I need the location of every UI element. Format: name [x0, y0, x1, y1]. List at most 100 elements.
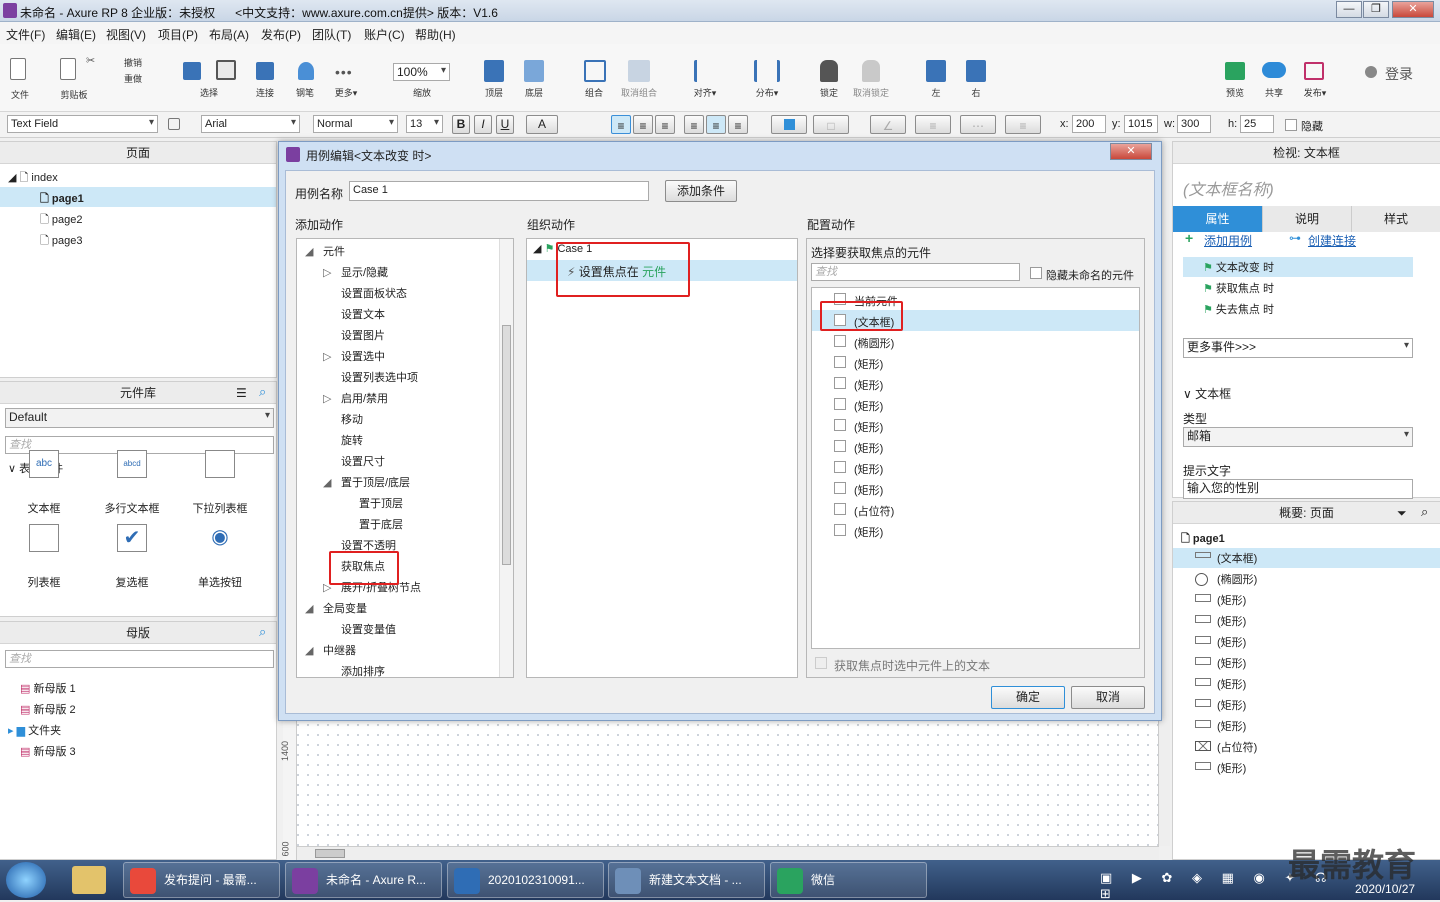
ungroup-icon[interactable] — [628, 60, 650, 82]
create-link[interactable]: 创建连接 — [1308, 232, 1356, 249]
element-checkbox[interactable] — [834, 482, 846, 494]
menu-item[interactable]: 帮助(H) — [415, 26, 456, 43]
publish-icon[interactable] — [1304, 62, 1324, 80]
element-checkbox[interactable] — [834, 461, 846, 473]
undo-button[interactable]: 撤销 — [118, 56, 148, 69]
line-color-button[interactable]: ∠ — [870, 115, 906, 134]
group-icon[interactable] — [584, 60, 606, 82]
select-icon[interactable] — [183, 62, 201, 80]
add-condition-button[interactable]: 添加条件 — [665, 180, 737, 202]
dialog-close-button[interactable]: ✕ — [1110, 143, 1152, 160]
case-name-input[interactable]: Case 1 — [349, 181, 649, 201]
unlock-icon[interactable] — [862, 60, 880, 82]
bold-button[interactable]: B — [452, 115, 470, 134]
w-input[interactable]: 300 — [1177, 115, 1211, 133]
element-checkbox[interactable] — [834, 419, 846, 431]
masters-search-icon[interactable]: ⌕ — [259, 624, 266, 640]
outline-search-icon[interactable]: ⌕ — [1421, 504, 1428, 520]
dropdown-widget-icon[interactable] — [205, 450, 235, 478]
inspector-tab[interactable]: 样式 — [1351, 206, 1440, 232]
action-tree-item[interactable]: 设置文本 — [323, 306, 385, 322]
cut-icon[interactable]: ✂ — [86, 54, 96, 67]
taskbar-item[interactable]: 发布提问 - 最需... — [123, 862, 280, 898]
valign-top-button[interactable]: ≡ — [684, 115, 704, 134]
pen-icon[interactable] — [298, 62, 314, 80]
menu-item[interactable]: 文件(F) — [6, 26, 45, 43]
underline-button[interactable]: U — [496, 115, 514, 134]
listbox-widget-icon[interactable] — [29, 524, 59, 552]
canvas-hscrollbar[interactable] — [297, 846, 1159, 860]
outline-item[interactable]: (文本框) — [1217, 550, 1257, 566]
textbox-section[interactable]: ∨ 文本框 — [1183, 385, 1231, 402]
page-item[interactable]: 🗋 page1 — [40, 190, 84, 209]
library-menu-icon[interactable]: ☰ — [236, 386, 247, 400]
left-panel-icon[interactable] — [926, 60, 946, 82]
checkbox-widget-icon[interactable]: ✔ — [117, 524, 147, 552]
ok-button[interactable]: 确定 — [991, 686, 1065, 709]
more-icon[interactable]: ••• — [335, 64, 357, 80]
page-item[interactable]: 🗋 page2 — [40, 211, 83, 230]
action-tree-item[interactable]: 添加排序 — [323, 663, 385, 677]
hscroll-thumb[interactable] — [315, 849, 345, 858]
hide-unnamed-checkbox[interactable] — [1030, 267, 1042, 279]
align-left-button[interactable]: ≡ — [611, 115, 631, 134]
action-tree-item[interactable]: 设置列表选中项 — [323, 369, 418, 385]
widget-name-input[interactable]: (文本框名称) — [1183, 176, 1274, 200]
library-search-icon[interactable]: ⌕ — [259, 384, 266, 400]
page-root-index[interactable]: ◢ 🗋 index — [8, 169, 58, 188]
action-tree-item[interactable]: ▷ 显示/隐藏 — [323, 264, 388, 280]
type-select[interactable]: 邮箱 — [1183, 427, 1413, 447]
line-width-button[interactable]: ≡ — [915, 115, 951, 134]
align-center-button[interactable]: ≡ — [633, 115, 653, 134]
outline-item[interactable]: (矩形) — [1217, 718, 1246, 734]
menu-item[interactable]: 项目(P) — [158, 26, 198, 43]
distribute-label[interactable]: 分布▾ — [750, 86, 784, 99]
font-size-select[interactable]: 13 — [406, 115, 443, 133]
action-tree-item[interactable]: 设置变量值 — [323, 621, 396, 637]
element-checkbox[interactable] — [834, 335, 846, 347]
align-right-button[interactable]: ≡ — [655, 115, 675, 134]
event-item[interactable]: ⚑ 失去焦点 时 — [1203, 301, 1274, 317]
close-window-button[interactable]: ✕ — [1392, 1, 1434, 18]
minimize-button[interactable]: — — [1336, 1, 1362, 18]
italic-button[interactable]: I — [474, 115, 492, 134]
action-tree-item[interactable]: ▷ 设置选中 — [323, 348, 385, 364]
more-events-select[interactable]: 更多事件>>> — [1183, 338, 1413, 358]
action-tree-item[interactable]: ▷ 启用/禁用 — [323, 390, 388, 406]
explorer-icon[interactable] — [72, 866, 106, 894]
outline-item[interactable]: (椭圆形) — [1217, 571, 1257, 587]
share-cloud-icon[interactable] — [1262, 62, 1286, 78]
outline-item[interactable]: (矩形) — [1217, 634, 1246, 650]
action-tree-item[interactable]: 置于底层 — [341, 516, 403, 532]
collapsed-arrow-icon[interactable]: ▷ — [323, 266, 341, 279]
outline-item[interactable]: (矩形) — [1217, 676, 1246, 692]
style-edit-icon[interactable] — [168, 118, 180, 130]
action-tree-item[interactable]: ◢ 中继器 — [305, 642, 356, 658]
scroll-thumb[interactable] — [502, 325, 511, 565]
element-checkbox[interactable] — [834, 524, 846, 536]
element-checkbox[interactable] — [834, 377, 846, 389]
inspector-tab[interactable]: 属性 — [1173, 206, 1262, 232]
taskbar-item[interactable]: 未命名 - Axure R... — [285, 862, 442, 898]
master-item[interactable]: ▤ 新母版 2 — [20, 701, 76, 717]
line-style-button[interactable]: ⋯ — [960, 115, 996, 134]
config-search-input[interactable]: 查找 — [811, 263, 1020, 281]
maximize-button[interactable]: ❐ — [1363, 1, 1389, 18]
lock-icon[interactable] — [820, 60, 838, 82]
cancel-button[interactable]: 取消 — [1071, 686, 1145, 709]
paste-icon[interactable] — [60, 58, 76, 80]
preview-icon[interactable] — [1225, 62, 1245, 80]
menu-item[interactable]: 编辑(E) — [56, 26, 96, 43]
align-label[interactable]: 对齐▾ — [688, 86, 722, 99]
widget-type-select[interactable]: Text Field — [7, 115, 158, 133]
select-text-checkbox[interactable] — [815, 657, 827, 669]
action-tree-item[interactable]: 旋转 — [323, 432, 363, 448]
right-panel-icon[interactable] — [966, 60, 986, 82]
action-tree-item[interactable]: 设置面板状态 — [323, 285, 407, 301]
expanded-arrow-icon[interactable]: ◢ — [305, 245, 323, 258]
radio-widget-icon[interactable]: ◉ — [205, 524, 235, 552]
connect-icon[interactable] — [256, 62, 274, 80]
zoom-select[interactable]: 100% — [393, 63, 450, 81]
textbox-widget-icon[interactable]: abc — [29, 450, 59, 478]
font-select[interactable]: Arial — [201, 115, 300, 133]
